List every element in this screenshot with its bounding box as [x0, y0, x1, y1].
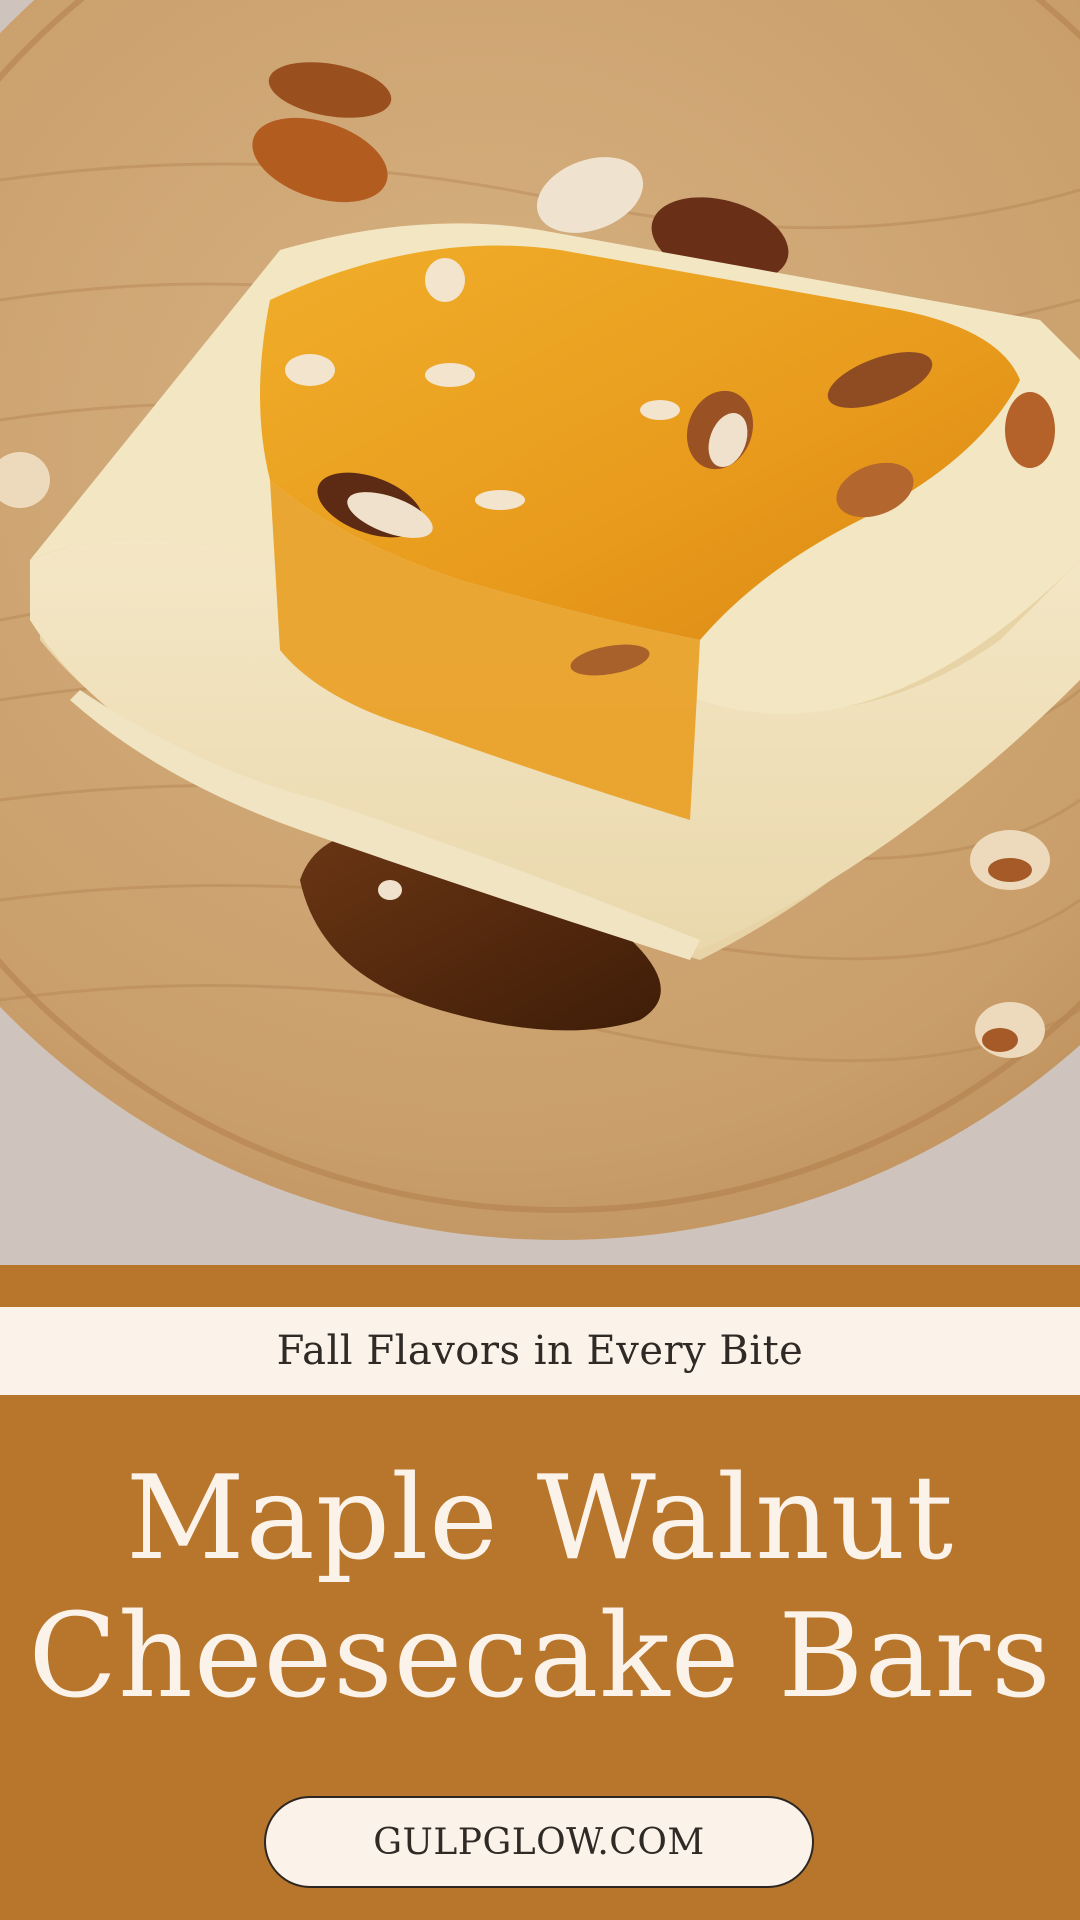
title-line-1: Maple Walnut — [125, 1451, 955, 1586]
brand-panel: Fall Flavors in Every Bite Maple Walnut … — [0, 1265, 1080, 1920]
tagline: Fall Flavors in Every Bite — [276, 1328, 804, 1374]
recipe-title: Maple Walnut Cheesecake Bars — [0, 1450, 1080, 1726]
cheesecake-illustration — [0, 0, 1080, 1265]
website-label: GULPGLOW.COM — [373, 1821, 705, 1863]
title-line-2: Cheesecake Bars — [28, 1589, 1052, 1724]
hero-photo — [0, 0, 1080, 1265]
website-button[interactable]: GULPGLOW.COM — [264, 1796, 814, 1888]
tagline-strip: Fall Flavors in Every Bite — [0, 1307, 1080, 1395]
